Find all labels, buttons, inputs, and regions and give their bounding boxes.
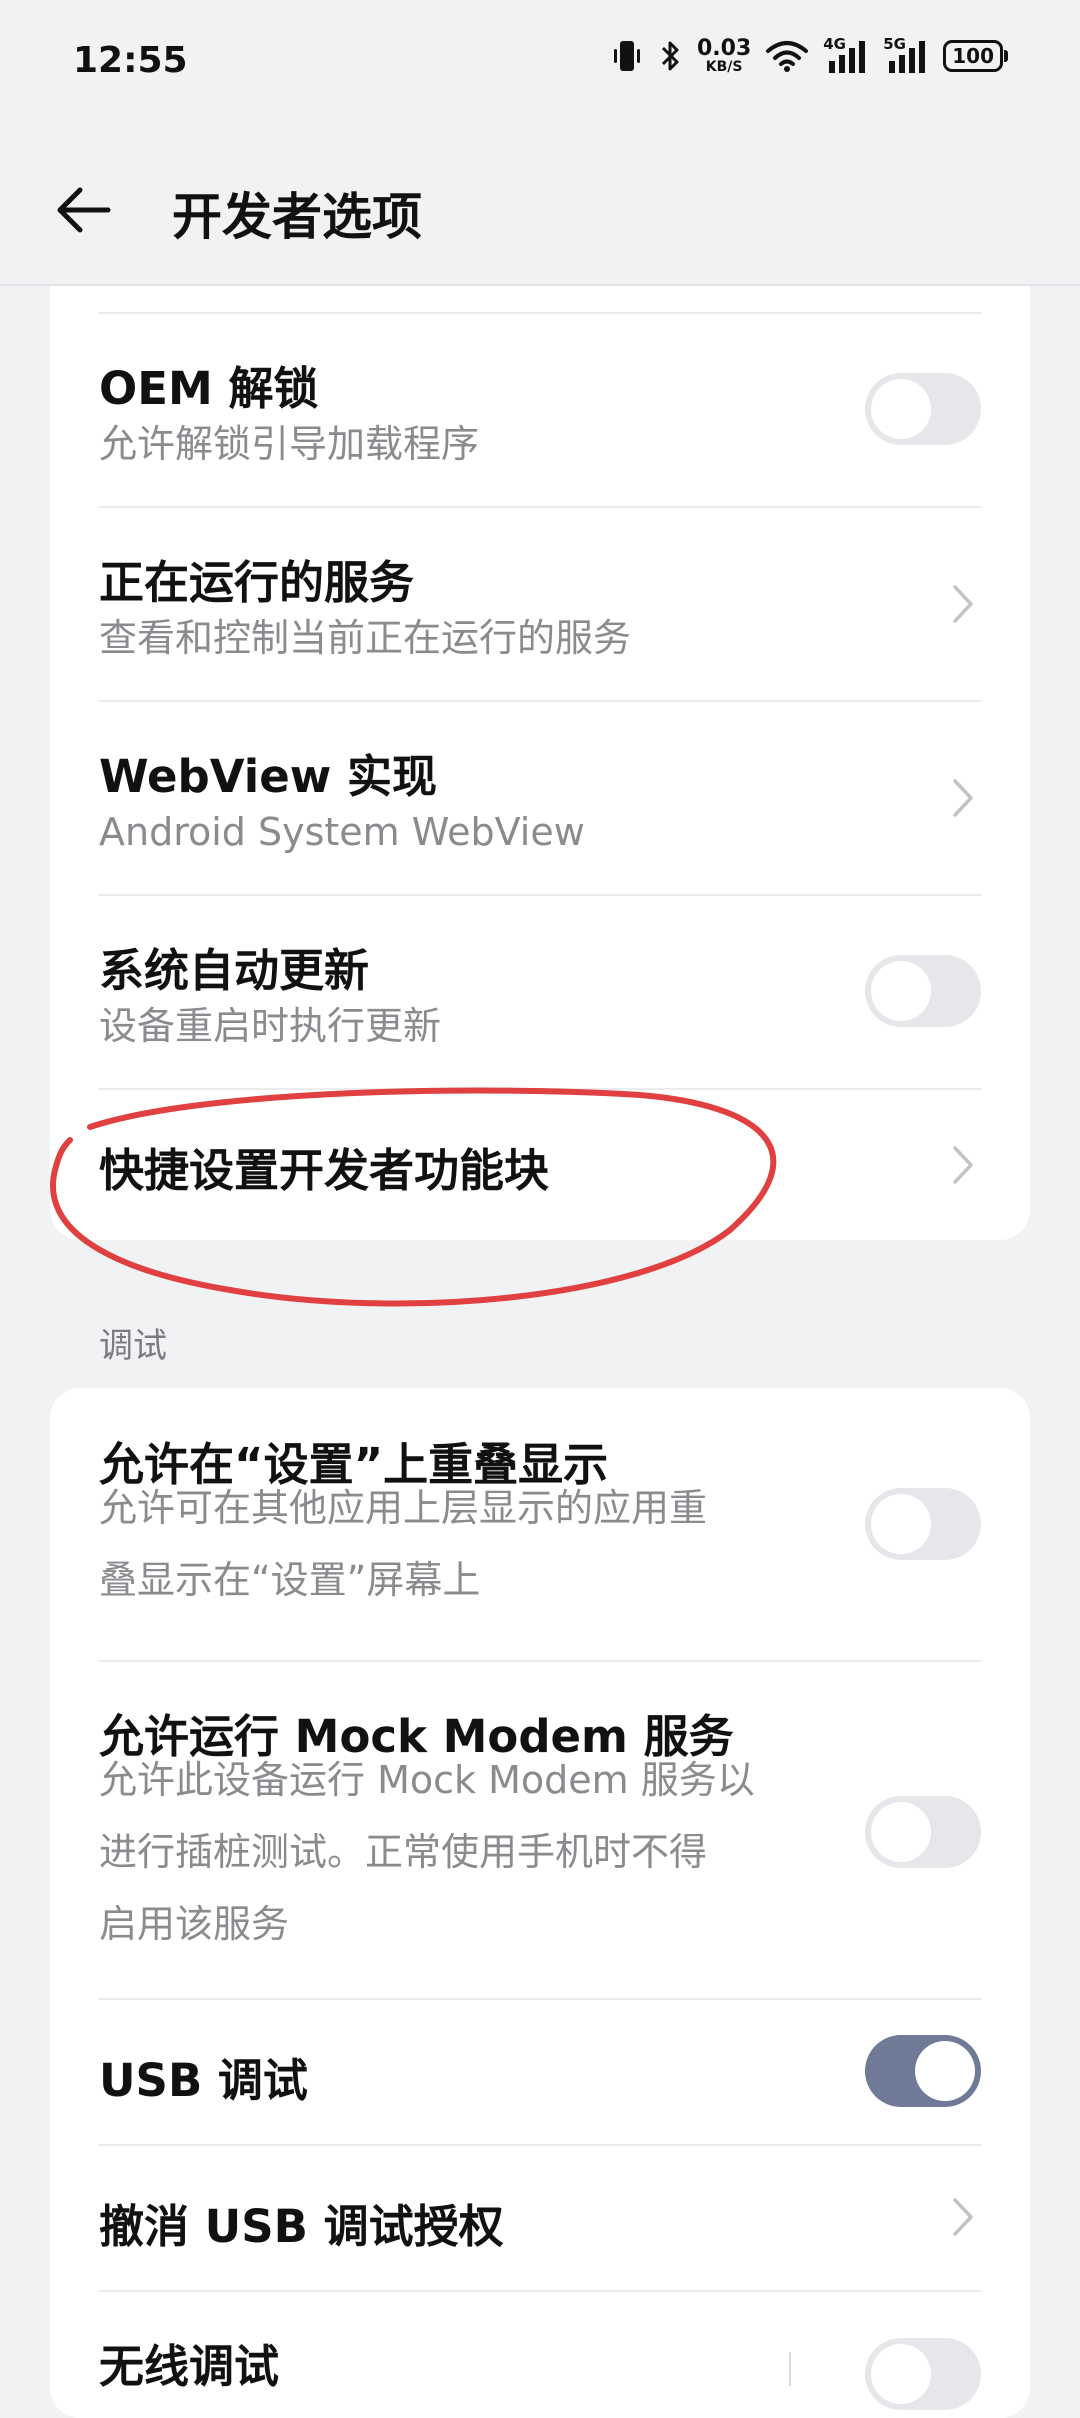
row-quick-settings-tiles[interactable]: 快捷设置开发者功能块 <box>99 1088 981 1240</box>
row-subtitle-line: 进行插桩测试。正常使用手机时不得 <box>99 1830 708 1874</box>
network-speed-value: 0.03 <box>696 36 752 61</box>
row-usb-debugging[interactable]: USB 调试 <box>99 1998 981 2144</box>
vibrate-icon <box>613 41 640 71</box>
row-subtitle: 查看和控制当前正在运行的服务 <box>99 616 632 660</box>
row-wireless-debugging[interactable]: 无线调试 <box>99 2290 981 2418</box>
row-allow-overlay-settings[interactable]: 允许在“设置”上重叠显示 允许可在其他应用上层显示的应用重 叠显示在“设置”屏幕… <box>99 1388 981 1660</box>
row-auto-system-update[interactable]: 系统自动更新 设备重启时执行更新 <box>99 894 981 1088</box>
oem-unlock-toggle[interactable] <box>865 373 981 445</box>
row-title: 撤消 USB 调试授权 <box>99 2200 504 2253</box>
row-subtitle-line: 叠显示在“设置”屏幕上 <box>99 1558 481 1602</box>
settings-card-debug: 允许在“设置”上重叠显示 允许可在其他应用上层显示的应用重 叠显示在“设置”屏幕… <box>50 1388 1030 2418</box>
battery-level: 100 <box>943 40 1003 72</box>
row-webview-implementation[interactable]: WebView 实现 Android System WebView <box>99 700 981 894</box>
row-title: 快捷设置开发者功能块 <box>99 1144 550 1197</box>
signal-4g-label: 4G <box>823 35 846 53</box>
row-title: 无线调试 <box>99 2340 280 2393</box>
section-header-debug: 调试 <box>99 1326 167 1366</box>
wireless-debugging-toggle[interactable] <box>865 2338 981 2410</box>
back-arrow-icon[interactable] <box>50 180 120 240</box>
status-time: 12:55 <box>73 40 188 81</box>
row-revoke-usb-auth[interactable]: 撤消 USB 调试授权 <box>99 2144 981 2290</box>
row-running-services[interactable]: 正在运行的服务 查看和控制当前正在运行的服务 <box>99 506 981 700</box>
signal-4g: 4G <box>823 35 869 73</box>
row-subtitle-line: 允许可在其他应用上层显示的应用重 <box>99 1486 708 1530</box>
allow-overlay-toggle[interactable] <box>865 1488 981 1560</box>
status-icons: 0.03 KB/S 4G 5G 100 <box>609 35 1008 75</box>
wireless-debug-separator <box>789 2352 791 2386</box>
row-title: USB 调试 <box>99 2054 308 2107</box>
row-subtitle: Android System WebView <box>99 810 585 854</box>
row-subtitle-line: 启用该服务 <box>99 1902 290 1946</box>
auto-update-toggle[interactable] <box>865 955 981 1027</box>
row-subtitle-line: 允许此设备运行 Mock Modem 服务以 <box>99 1758 755 1802</box>
chevron-right-icon <box>953 779 973 817</box>
row-subtitle: 设备重启时执行更新 <box>99 1004 442 1048</box>
app-bar: 开发者选项 <box>0 130 1080 285</box>
chevron-right-icon <box>953 585 973 623</box>
settings-card-general: OEM 解锁 允许解锁引导加载程序 正在运行的服务 查看和控制当前正在运行的服务… <box>50 286 1030 1240</box>
page-title: 开发者选项 <box>172 188 422 246</box>
network-speed-unit: KB/S <box>705 59 743 75</box>
battery-icon: 100 <box>943 40 1008 72</box>
status-bar: 12:55 0.03 KB/S 4G 5G 100 <box>0 0 1080 130</box>
mock-modem-toggle[interactable] <box>865 1796 981 1868</box>
signal-5g: 5G <box>883 35 929 73</box>
wifi-icon <box>766 41 809 72</box>
signal-5g-label: 5G <box>883 35 906 53</box>
usb-debugging-toggle[interactable] <box>865 2035 981 2107</box>
chevron-right-icon <box>953 1146 973 1184</box>
row-subtitle: 允许解锁引导加载程序 <box>99 422 480 466</box>
row-oem-unlock[interactable]: OEM 解锁 允许解锁引导加载程序 <box>99 312 981 506</box>
row-mock-modem[interactable]: 允许运行 Mock Modem 服务 允许此设备运行 Mock Modem 服务… <box>99 1660 981 1998</box>
network-speed: 0.03 KB/S <box>696 36 752 75</box>
bluetooth-icon <box>661 41 679 71</box>
chevron-right-icon <box>953 2198 973 2236</box>
